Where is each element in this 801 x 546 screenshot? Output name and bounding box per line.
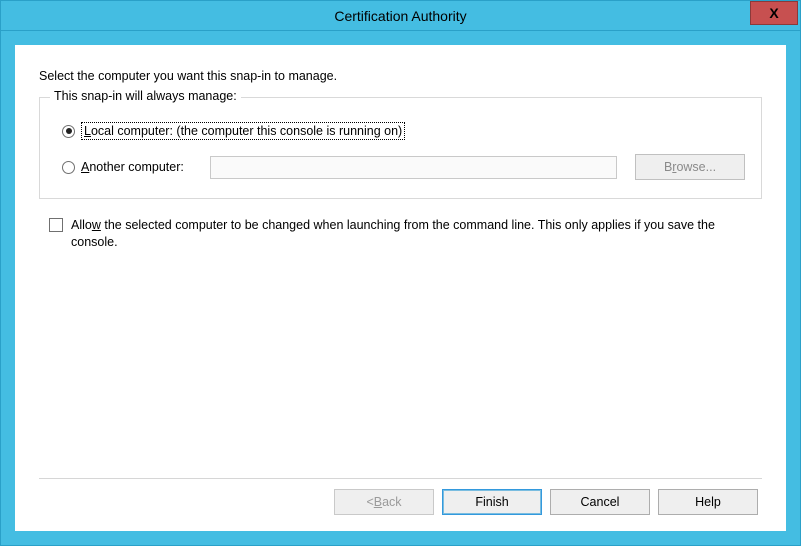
client-area-border: Select the computer you want this snap-i… [1,31,800,545]
allow-change-row[interactable]: Allow the selected computer to be change… [49,217,722,251]
another-computer-input [210,156,617,179]
radio-another-label: Another computer: [81,160,184,174]
client-area: Select the computer you want this snap-i… [15,45,786,531]
manage-groupbox: This snap-in will always manage: Local c… [39,97,762,199]
footer-buttons: < Back Finish Cancel Help [39,489,762,521]
allow-change-label: Allow the selected computer to be change… [71,217,722,251]
radio-row-local[interactable]: Local computer: (the computer this conso… [62,122,745,140]
radio-local[interactable] [62,125,75,138]
allow-change-checkbox[interactable] [49,218,63,232]
instruction-text: Select the computer you want this snap-i… [39,69,762,83]
footer-separator [39,478,762,479]
spacer [39,251,762,478]
titlebar: Certification Authority X [1,1,800,31]
radio-row-another[interactable]: Another computer: Browse... [62,154,745,180]
help-button[interactable]: Help [658,489,758,515]
browse-button: Browse... [635,154,745,180]
close-icon: X [769,5,778,21]
groupbox-legend: This snap-in will always manage: [50,89,241,103]
radio-another[interactable] [62,161,75,174]
finish-button[interactable]: Finish [442,489,542,515]
back-button: < Back [334,489,434,515]
close-button[interactable]: X [750,1,798,25]
cancel-button[interactable]: Cancel [550,489,650,515]
window-title: Certification Authority [1,8,800,24]
dialog-window: Certification Authority X Select the com… [0,0,801,546]
radio-local-label: Local computer: (the computer this conso… [81,122,405,140]
